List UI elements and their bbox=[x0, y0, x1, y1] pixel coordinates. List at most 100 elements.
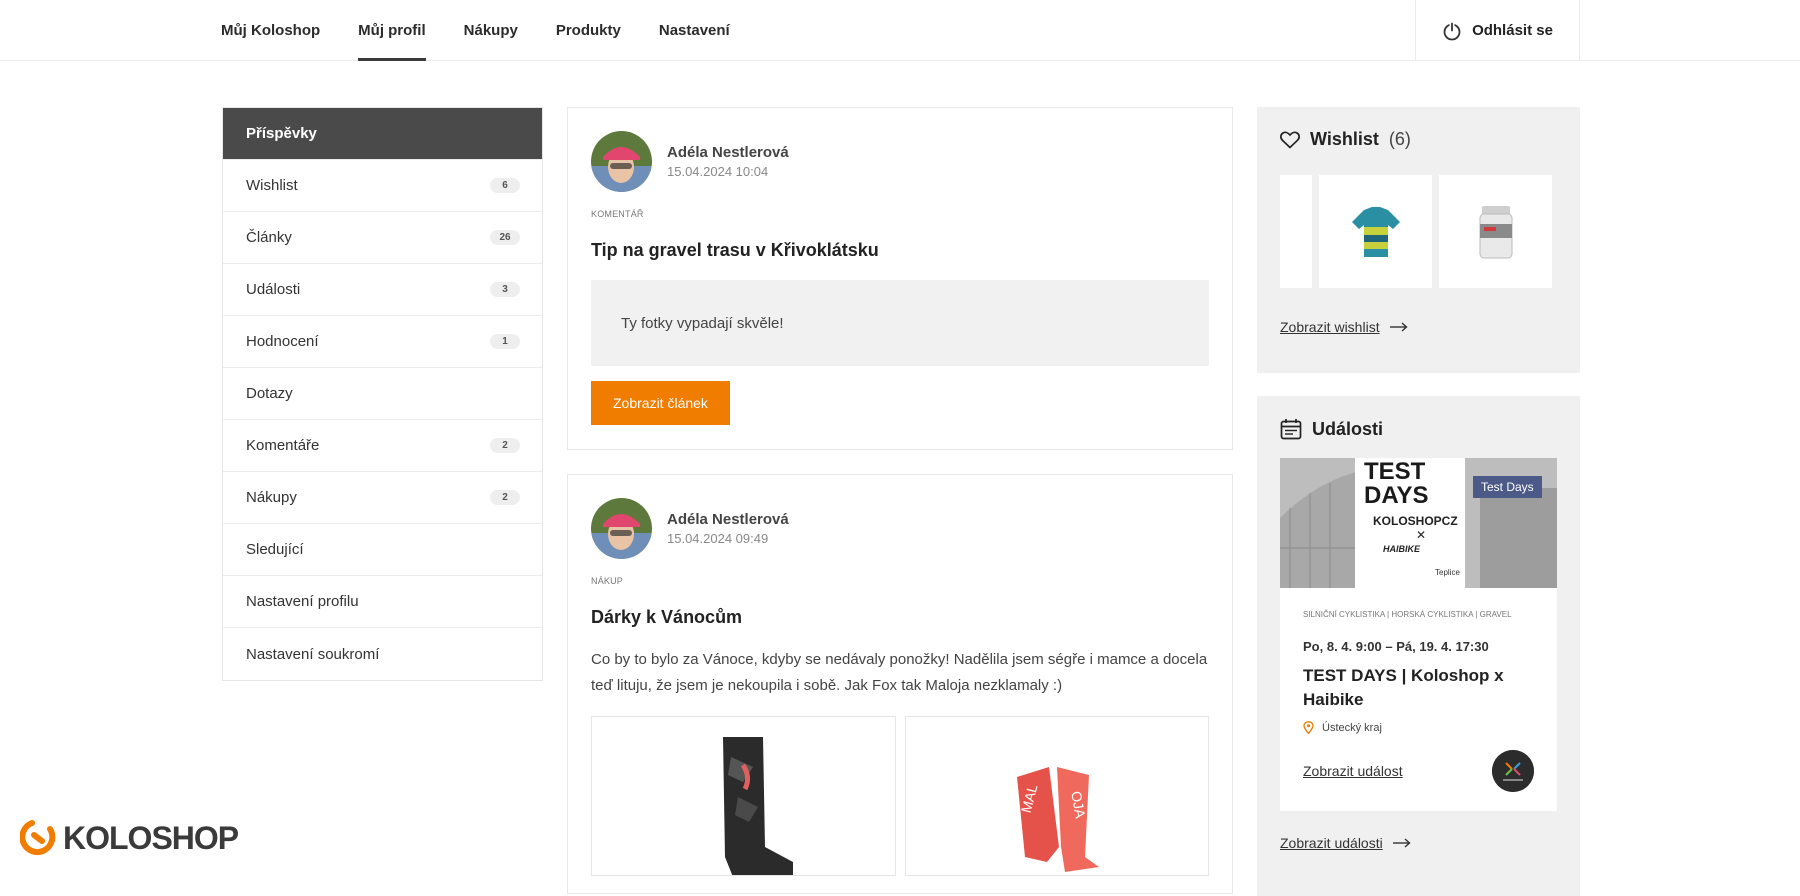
logo-wordmark: KOLOSHOP bbox=[63, 819, 239, 856]
event-location: Ústecký kraj bbox=[1303, 721, 1534, 734]
event-date: Po, 8. 4. 9:00 – Pá, 19. 4. 17:30 bbox=[1303, 639, 1489, 654]
tab-muj-koloshop[interactable]: Můj Koloshop bbox=[221, 0, 320, 61]
wishlist-count: (6) bbox=[1388, 129, 1411, 149]
event-image-partner: HAIBIKE bbox=[1383, 544, 1421, 554]
post-type: NÁKUP bbox=[591, 576, 624, 586]
event-image-city: Teplice bbox=[1435, 568, 1460, 577]
wishlist-title: Wishlist bbox=[1310, 129, 1379, 149]
sidebar-item-label: Hodnocení bbox=[246, 333, 319, 350]
sidebar-item-clanky[interactable]: Články 26 bbox=[223, 212, 542, 264]
count-badge: 2 bbox=[490, 438, 520, 453]
supplement-jar-image bbox=[1479, 205, 1512, 258]
calendar-icon bbox=[1280, 419, 1302, 440]
post-date: 15.04.2024 10:04 bbox=[667, 164, 769, 179]
main-tabs: Můj Koloshop Můj profil Nákupy Produkty … bbox=[221, 0, 768, 61]
sidebar-item-udalosti[interactable]: Události 3 bbox=[223, 264, 542, 316]
event-image-title-line2: DAYS bbox=[1364, 482, 1429, 509]
post-card: Adéla Nestlerová 15.04.2024 10:04 KOMENT… bbox=[567, 107, 1233, 450]
arrow-right-icon bbox=[1389, 322, 1408, 332]
wishlist-item[interactable] bbox=[1439, 175, 1552, 288]
post-title[interactable]: Tip na gravel trasu v Křivoklátsku bbox=[591, 240, 1209, 261]
show-article-button[interactable]: Zobrazit článek bbox=[591, 381, 730, 425]
sidebar-item-label: Nastavení soukromí bbox=[246, 645, 380, 663]
sidebar-item-komentare[interactable]: Komentáře 2 bbox=[223, 420, 542, 472]
event-title[interactable]: TEST DAYS | Koloshop x Haibike bbox=[1303, 664, 1534, 712]
sidebar-item-label: Wishlist bbox=[246, 177, 298, 194]
sidebar-item-nakupy[interactable]: Nákupy 2 bbox=[223, 472, 542, 524]
post-author: Adéla Nestlerová 15.04.2024 10:04 bbox=[591, 131, 1209, 192]
event-location-label: Ústecký kraj bbox=[1322, 721, 1382, 734]
author-name[interactable]: Adéla Nestlerová bbox=[667, 144, 789, 161]
red-socks-image: MAL OJA bbox=[1016, 767, 1099, 872]
event-image-title-line1: TEST bbox=[1364, 458, 1426, 485]
event-image-cross: ✕ bbox=[1416, 528, 1427, 542]
wishlist-header: Wishlist (6) bbox=[1280, 129, 1557, 150]
event-tag: Test Days bbox=[1473, 476, 1542, 498]
tab-produkty[interactable]: Produkty bbox=[556, 0, 621, 61]
count-badge: 3 bbox=[490, 282, 520, 297]
sidebar-item-label: Nákupy bbox=[246, 489, 297, 506]
post-author: Adéla Nestlerová 15.04.2024 09:49 bbox=[591, 498, 1209, 559]
sidebar-item-label: Nastavení profilu bbox=[246, 593, 359, 610]
product-thumbnail[interactable]: MAL OJA bbox=[904, 716, 1209, 876]
sidebar-item-label: Komentáře bbox=[246, 437, 320, 454]
avatar[interactable] bbox=[591, 131, 652, 192]
post-date: 15.04.2024 09:49 bbox=[667, 531, 769, 546]
product-gallery: MAL OJA bbox=[591, 716, 1209, 876]
koloshop-logo-mark bbox=[20, 820, 56, 856]
logout-button[interactable]: Odhlásit se bbox=[1415, 0, 1580, 61]
wishlist-carousel[interactable] bbox=[1280, 175, 1557, 288]
product-thumbnail[interactable] bbox=[591, 716, 896, 876]
tab-nakupy[interactable]: Nákupy bbox=[464, 0, 518, 61]
logout-label: Odhlásit se bbox=[1472, 22, 1553, 39]
event-card[interactable]: TEST DAYS KOLOSHOPCZ ✕ HAIBIKE Teplice T… bbox=[1280, 458, 1557, 811]
sidebar-item-label: Dotazy bbox=[246, 385, 293, 402]
author-name[interactable]: Adéla Nestlerová bbox=[667, 511, 789, 528]
post-text: Co by to bylo za Vánoce, kdyby se nedáva… bbox=[591, 651, 1208, 694]
tab-muj-profil[interactable]: Můj profil bbox=[358, 0, 426, 61]
location-pin-icon bbox=[1303, 721, 1314, 734]
show-events-link[interactable]: Zobrazit události bbox=[1280, 835, 1557, 851]
wishlist-item[interactable] bbox=[1319, 175, 1432, 288]
count-badge: 2 bbox=[490, 490, 520, 505]
koloshop-logo[interactable]: KOLOSHOP bbox=[20, 819, 239, 857]
sidebar-item-hodnoceni[interactable]: Hodnocení 1 bbox=[223, 316, 542, 368]
top-navigation: Můj Koloshop Můj profil Nákupy Produkty … bbox=[0, 0, 1800, 61]
sidebar-item-nastaveni-profilu[interactable]: Nastavení profilu bbox=[223, 576, 542, 628]
event-image-brand: KOLOSHOPCZ bbox=[1373, 514, 1458, 528]
organizer-logo[interactable] bbox=[1492, 750, 1534, 792]
arrow-right-icon bbox=[1392, 838, 1411, 848]
post-type: KOMENTÁŘ bbox=[591, 209, 644, 219]
count-badge: 1 bbox=[490, 334, 520, 349]
sidebar-item-label: Sledující bbox=[246, 541, 304, 558]
cycling-jersey-image bbox=[1351, 206, 1400, 257]
wishlist-item[interactable] bbox=[1280, 175, 1312, 288]
sidebar-item-sledujici[interactable]: Sledující bbox=[223, 524, 542, 576]
comment-text: Ty fotky vypadají skvěle! bbox=[621, 314, 784, 332]
event-image: TEST DAYS KOLOSHOPCZ ✕ HAIBIKE Teplice T… bbox=[1280, 458, 1557, 588]
events-panel: Události TEST DAYS KOLOSHOPCZ ✕ HAIBIKE … bbox=[1257, 396, 1580, 896]
profile-sidebar: Příspěvky Wishlist 6 Články 26 Události 3 H… bbox=[222, 107, 543, 681]
post-title[interactable]: Dárky k Vánocům bbox=[591, 607, 1209, 628]
wishlist-panel: Wishlist (6) Zobrazit wishlist bbox=[1257, 107, 1580, 373]
sidebar-item-prispevky[interactable]: Příspěvky bbox=[223, 108, 542, 160]
sidebar-item-nastaveni-soukromi[interactable]: Nastavení soukromí bbox=[223, 628, 542, 680]
event-category: SILNIČNÍ CYKLISTIKA | HORSKÁ CYKLISTIKA … bbox=[1303, 610, 1512, 619]
events-title: Události bbox=[1312, 418, 1384, 439]
comment-quote: Ty fotky vypadají skvěle! bbox=[591, 280, 1209, 366]
black-sock-image bbox=[723, 737, 794, 875]
avatar[interactable] bbox=[591, 498, 652, 559]
show-wishlist-link[interactable]: Zobrazit wishlist bbox=[1280, 319, 1557, 335]
sidebar-item-wishlist[interactable]: Wishlist 6 bbox=[223, 160, 542, 212]
sidebar-item-label: Události bbox=[246, 281, 301, 298]
events-header: Události bbox=[1280, 418, 1557, 440]
show-wishlist-label: Zobrazit wishlist bbox=[1280, 319, 1380, 335]
show-events-label: Zobrazit události bbox=[1280, 835, 1383, 851]
count-badge: 26 bbox=[490, 230, 520, 245]
post-card: Adéla Nestlerová 15.04.2024 09:49 NÁKUP … bbox=[567, 474, 1233, 894]
sidebar-item-dotazy[interactable]: Dotazy bbox=[223, 368, 542, 420]
sidebar-item-label: Články bbox=[246, 229, 292, 246]
show-event-link[interactable]: Zobrazit událost bbox=[1303, 763, 1403, 779]
sidebar-item-label: Příspěvky bbox=[246, 125, 317, 142]
tab-nastaveni[interactable]: Nastavení bbox=[659, 0, 730, 61]
